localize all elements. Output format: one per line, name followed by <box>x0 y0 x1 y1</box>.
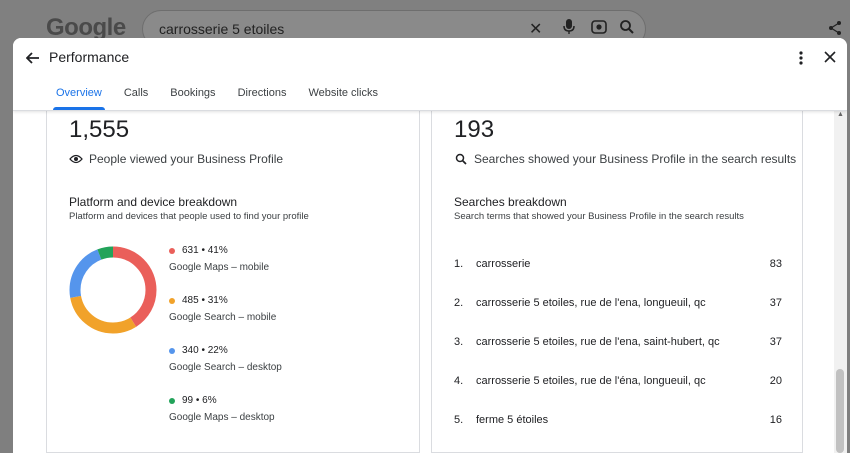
search-term-index: 1. <box>454 258 464 270</box>
dialog-header: Performance Overview Calls Bookings Dire… <box>13 38 847 111</box>
searches-total: 193 <box>454 116 495 143</box>
profile-views-card: 1,555 People viewed your Business Profil… <box>46 111 420 453</box>
legend-label: Google Maps – desktop <box>169 412 275 423</box>
legend-item-maps-desktop: 99 • 6% Google Maps – desktop <box>169 395 275 423</box>
legend-value: 340 • 22% <box>182 345 228 356</box>
microphone-icon[interactable] <box>563 19 575 40</box>
legend-item-search-desktop: 340 • 22% Google Search – desktop <box>169 345 282 373</box>
close-icon[interactable] <box>819 45 841 69</box>
dialog-content: 1,555 People viewed your Business Profil… <box>13 111 847 453</box>
search-term: carrosserie <box>476 258 531 270</box>
tab-directions[interactable]: Directions <box>227 84 298 110</box>
search-term-index: 3. <box>454 336 464 348</box>
legend-item-search-mobile: 485 • 31% Google Search – mobile <box>169 295 276 323</box>
legend-dot <box>169 247 175 254</box>
scrollbar-thumb[interactable] <box>836 369 844 453</box>
legend-label: Google Maps – mobile <box>169 262 270 273</box>
profile-views-total: 1,555 <box>69 116 130 143</box>
search-query[interactable]: carrosserie 5 etoiles <box>159 21 284 37</box>
search-term: carrosserie 5 etoiles, rue de l'ena, sai… <box>476 336 720 348</box>
searches-breakdown-title: Searches breakdown <box>454 195 567 209</box>
tab-calls[interactable]: Calls <box>113 84 159 110</box>
legend-dot <box>169 297 175 304</box>
scrollbar[interactable]: ▲ <box>834 111 847 453</box>
back-arrow-icon[interactable] <box>21 46 45 70</box>
search-term-count: 37 <box>769 297 782 309</box>
legend-dot <box>169 347 175 354</box>
platform-breakdown-title: Platform and device breakdown <box>69 195 238 209</box>
tab-bar: Overview Calls Bookings Directions Websi… <box>45 84 389 110</box>
lens-icon[interactable] <box>591 19 607 40</box>
legend-label: Google Search – mobile <box>169 312 277 323</box>
search-icon <box>454 152 468 166</box>
profile-views-subtitle-row: People viewed your Business Profile <box>69 152 283 166</box>
platform-donut-chart <box>69 246 157 334</box>
search-term-row: 1. carrosserie 83 <box>454 258 782 270</box>
background-header: Google carrosserie 5 etoiles ✕ <box>0 0 850 48</box>
search-term-row: 2. carrosserie 5 etoiles, rue de l'ena, … <box>454 297 782 309</box>
legend-label: Google Search – desktop <box>169 362 282 373</box>
searches-breakdown-desc: Search terms that showed your Business P… <box>454 211 744 222</box>
search-term-row: 4. carrosserie 5 etoiles, rue de l'éna, … <box>454 375 782 387</box>
search-term: carrosserie 5 etoiles, rue de l'éna, lon… <box>476 375 706 387</box>
search-term-row: 3. carrosserie 5 etoiles, rue de l'ena, … <box>454 336 782 348</box>
search-term-count: 20 <box>769 375 782 387</box>
legend-value: 485 • 31% <box>182 295 228 306</box>
scroll-up-arrow-icon[interactable]: ▲ <box>837 111 844 118</box>
search-term: ferme 5 étoiles <box>476 414 549 426</box>
tab-website-clicks[interactable]: Website clicks <box>297 84 388 110</box>
clear-icon[interactable]: ✕ <box>529 19 542 39</box>
search-term-count: 16 <box>769 414 782 426</box>
dialog-title: Performance <box>49 49 130 65</box>
search-term-row: 5. ferme 5 étoiles 16 <box>454 414 782 426</box>
legend-value: 631 • 41% <box>182 245 228 256</box>
search-term-count: 83 <box>769 258 782 270</box>
legend-item-maps-mobile: 631 • 41% Google Maps – mobile <box>169 245 269 273</box>
tab-overview[interactable]: Overview <box>45 84 113 110</box>
profile-views-subtitle: People viewed your Business Profile <box>89 152 284 166</box>
performance-dialog: Performance Overview Calls Bookings Dire… <box>13 38 847 453</box>
searches-subtitle: Searches showed your Business Profile in… <box>474 152 797 166</box>
legend-dot <box>169 397 175 404</box>
search-icon[interactable] <box>619 19 635 40</box>
tab-bookings[interactable]: Bookings <box>159 84 226 110</box>
search-term-index: 5. <box>454 414 464 426</box>
searches-subtitle-row: Searches showed your Business Profile in… <box>454 152 796 166</box>
search-term-count: 37 <box>769 336 782 348</box>
platform-breakdown-desc: Platform and devices that people used to… <box>69 211 309 222</box>
search-term-index: 2. <box>454 297 464 309</box>
more-options-icon[interactable] <box>791 46 811 70</box>
search-term-index: 4. <box>454 375 464 387</box>
legend-value: 99 • 6% <box>182 395 217 406</box>
eye-icon <box>69 152 83 166</box>
searches-card: 193 Searches showed your Business Profil… <box>431 111 803 453</box>
search-term: carrosserie 5 etoiles, rue de l'ena, lon… <box>476 297 706 309</box>
